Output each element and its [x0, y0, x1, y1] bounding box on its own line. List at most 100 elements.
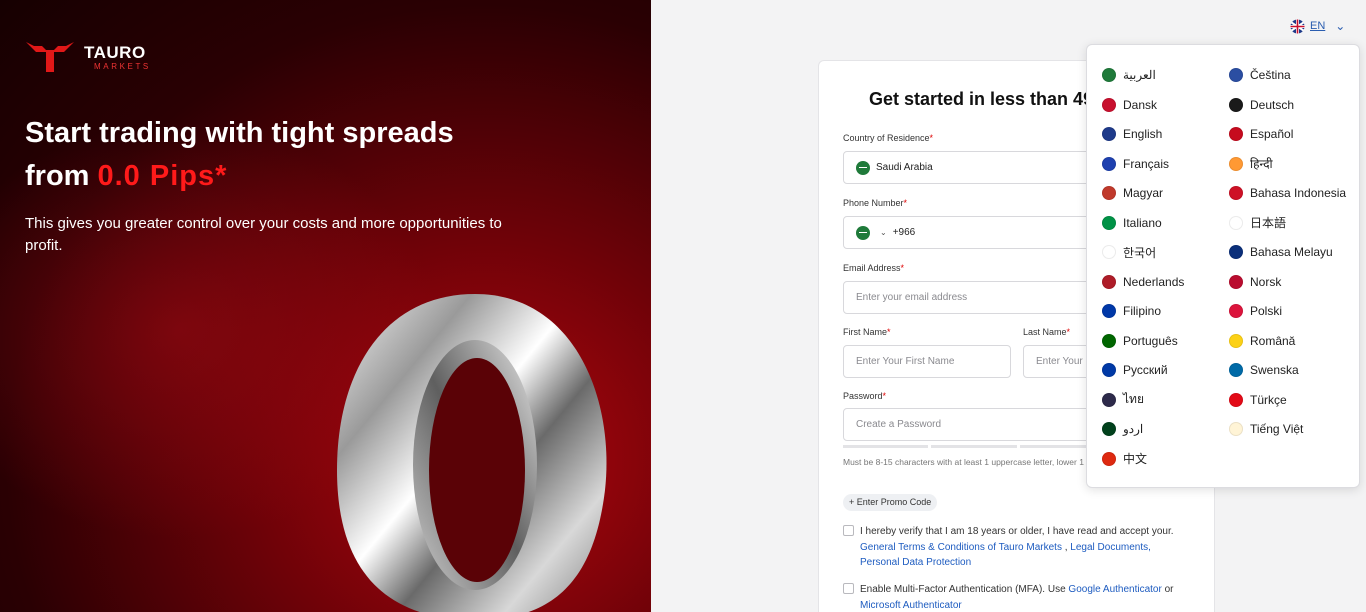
password-placeholder: Create a Password	[856, 419, 942, 430]
language-option-it[interactable]: Italiano	[1102, 214, 1162, 232]
language-dropdown: العربية Čeština Dansk Deutsch English Español…	[1086, 44, 1360, 488]
language-option-in[interactable]: हिन्दी	[1229, 155, 1273, 173]
language-option-cn[interactable]: 中文	[1102, 450, 1147, 468]
de-flag-icon	[1229, 97, 1243, 112]
uk-flag-icon	[1290, 19, 1305, 33]
language-option-jp[interactable]: 日本語	[1229, 214, 1286, 232]
language-option-pl[interactable]: Polski	[1229, 302, 1282, 320]
language-option-es[interactable]: Español	[1229, 125, 1293, 143]
no-flag-icon	[1229, 274, 1243, 289]
data-protection-link[interactable]: Personal Data Protection	[860, 557, 971, 568]
tr-flag-icon	[1229, 392, 1243, 407]
cn-flag-icon	[1102, 451, 1116, 466]
language-option-my[interactable]: Bahasa Melayu	[1229, 243, 1333, 261]
pl-flag-icon	[1229, 304, 1243, 318]
language-option-label: Swenska	[1250, 363, 1299, 377]
dk-flag-icon	[1102, 97, 1116, 112]
google-auth-link[interactable]: Google Authenticator	[1068, 584, 1161, 595]
se-flag-icon	[1229, 363, 1243, 377]
hero-panel: TAURO MARKETS Start trading with tight s…	[0, 0, 651, 612]
terms-link[interactable]: General Terms & Conditions of Tauro Mark…	[860, 542, 1062, 553]
language-option-label: Filipino	[1123, 304, 1162, 318]
language-option-label: 한국어	[1123, 245, 1157, 260]
language-option-label: Dansk	[1123, 97, 1158, 112]
form-title: Get started in less than 49	[869, 89, 1094, 109]
language-option-label: اردو	[1123, 422, 1144, 436]
language-option-label: Türkçe	[1250, 392, 1287, 407]
hero-title: Start trading with tight spreads from 0.…	[25, 112, 585, 198]
language-option-label: Norsk	[1250, 274, 1282, 289]
language-option-cz[interactable]: Čeština	[1229, 66, 1291, 84]
it-flag-icon	[1102, 215, 1116, 230]
nl-flag-icon	[1102, 274, 1116, 289]
language-option-nl[interactable]: Nederlands	[1102, 273, 1184, 291]
terms-checkbox[interactable]	[843, 525, 854, 536]
last-name-label: Last Name*	[1023, 327, 1071, 337]
ro-flag-icon	[1229, 333, 1243, 348]
microsoft-auth-link[interactable]: Microsoft Authenticator	[860, 600, 962, 611]
language-option-label: Nederlands	[1123, 274, 1185, 289]
email-label: Email Address*	[843, 263, 905, 273]
es-flag-icon	[1229, 127, 1243, 141]
language-option-kr[interactable]: 한국어	[1102, 243, 1156, 261]
jp-flag-icon	[1229, 215, 1243, 230]
ph-flag-icon	[1102, 304, 1116, 318]
language-option-label: 中文	[1123, 452, 1148, 466]
first-name-label: First Name*	[843, 327, 891, 337]
language-option-gb[interactable]: English	[1102, 125, 1162, 143]
language-option-ph[interactable]: Filipino	[1102, 302, 1161, 320]
language-option-vn[interactable]: Tiếng Việt	[1229, 420, 1303, 438]
language-option-label: Bahasa Melayu	[1250, 245, 1333, 259]
legal-docs-link[interactable]: Legal Documents,	[1070, 542, 1151, 553]
phone-label: Phone Number*	[843, 198, 908, 208]
language-selector[interactable]: EN ⌄	[1290, 17, 1345, 35]
gb-flag-icon	[1102, 127, 1116, 141]
language-option-no[interactable]: Norsk	[1229, 273, 1281, 291]
hero-title-highlight: 0.0 Pips*	[97, 160, 228, 192]
language-option-label: 日本語	[1250, 216, 1287, 230]
terms-text: I hereby verify that I am 18 years or ol…	[860, 526, 1174, 568]
language-option-id[interactable]: Bahasa Indonesia	[1229, 184, 1346, 202]
first-name-field[interactable]: Enter Your First Name	[843, 345, 1011, 378]
hu-flag-icon	[1102, 186, 1116, 200]
country-label: Country of Residence*	[843, 133, 934, 143]
language-option-pt[interactable]: Português	[1102, 332, 1178, 350]
language-option-ro[interactable]: Română	[1229, 332, 1295, 350]
password-label: Password*	[843, 391, 887, 401]
pt-flag-icon	[1102, 333, 1116, 348]
language-option-label: Čeština	[1250, 68, 1291, 82]
language-code: EN	[1310, 20, 1326, 32]
language-option-se[interactable]: Swenska	[1229, 361, 1299, 379]
language-option-sa[interactable]: العربية	[1102, 66, 1156, 84]
th-flag-icon	[1102, 392, 1116, 407]
language-option-dk[interactable]: Dansk	[1102, 96, 1157, 114]
language-option-tr[interactable]: Türkçe	[1229, 391, 1287, 409]
brand-logo[interactable]: TAURO MARKETS	[24, 40, 151, 74]
language-option-th[interactable]: ไทย	[1102, 391, 1144, 409]
language-option-hu[interactable]: Magyar	[1102, 184, 1163, 202]
language-option-label: English	[1123, 127, 1163, 141]
language-option-label: العربية	[1123, 68, 1156, 82]
language-option-ru[interactable]: Русский	[1102, 361, 1168, 379]
saudi-flag-icon	[856, 225, 870, 240]
language-option-label: Français	[1123, 156, 1170, 171]
first-name-placeholder: Enter Your First Name	[856, 356, 955, 367]
language-option-label: Română	[1250, 333, 1296, 348]
language-option-fr[interactable]: Français	[1102, 155, 1169, 173]
phone-code: +966	[892, 227, 916, 238]
mfa-checkbox[interactable]	[843, 583, 854, 594]
language-option-pk[interactable]: اردو	[1102, 420, 1143, 438]
promo-code-button[interactable]: + Enter Promo Code	[843, 494, 938, 511]
language-option-de[interactable]: Deutsch	[1229, 96, 1294, 114]
chevron-down-icon[interactable]: ⌄	[880, 228, 887, 237]
chrome-zero-graphic	[337, 294, 607, 612]
language-option-label: Italiano	[1123, 215, 1162, 230]
language-option-label: Русский	[1123, 363, 1168, 377]
cz-flag-icon	[1229, 68, 1243, 82]
language-option-label: Tiếng Việt	[1250, 422, 1304, 436]
pk-flag-icon	[1102, 422, 1116, 436]
bull-logo-icon	[26, 42, 74, 72]
saudi-flag-icon	[856, 160, 870, 175]
in-flag-icon	[1229, 156, 1243, 171]
sa-flag-icon	[1102, 68, 1116, 82]
